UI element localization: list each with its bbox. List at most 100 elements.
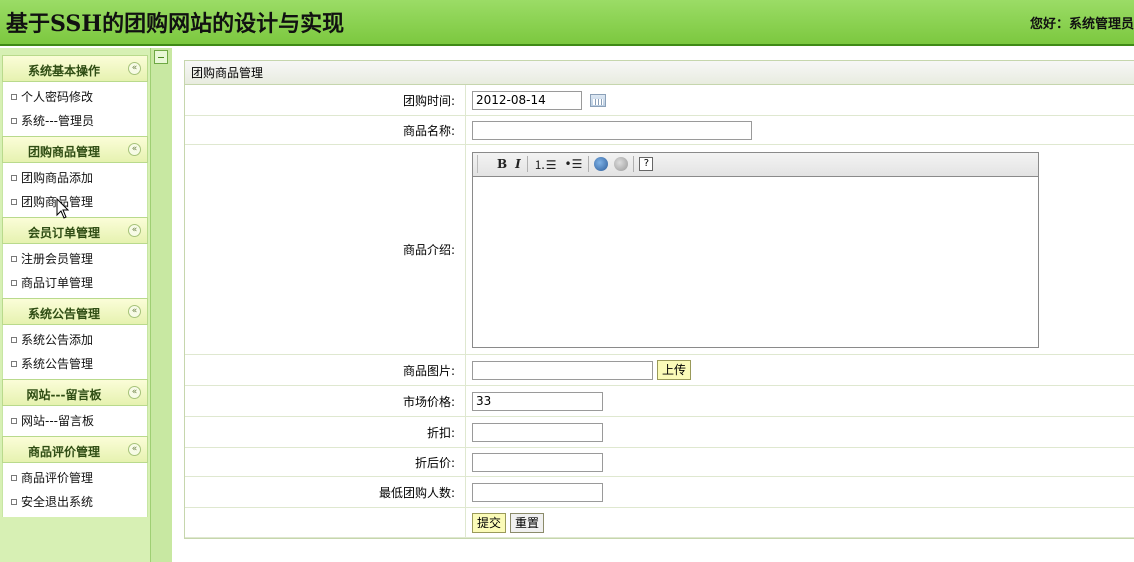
discounted-price-label: 折后价: [185, 448, 466, 476]
remove-link-icon[interactable] [614, 157, 629, 171]
sidebar-group-label: 系统基本操作 [27, 64, 100, 78]
form-row-date: 团购时间: [185, 85, 1134, 116]
sidebar-item-label: 个人密码修改 [21, 90, 94, 104]
form-row-min-buyers: 最低团购人数: [185, 477, 1134, 508]
rich-text-editor: B I ⒈☰ •☰ ? [472, 151, 1039, 348]
sidebar-group-title[interactable]: 商品评价管理 « [2, 436, 148, 463]
insert-link-icon[interactable] [594, 157, 609, 171]
sidebar-item-manage-product[interactable]: 团购商品管理 [3, 191, 147, 215]
bullet-icon [11, 118, 17, 124]
sidebar-item-label: 系统公告添加 [21, 333, 94, 347]
sidebar-group-items: 网站---留言板 [2, 406, 148, 436]
sidebar-group-items: 商品评价管理 安全退出系统 [2, 463, 148, 517]
image-label: 商品图片: [185, 355, 466, 385]
date-label: 团购时间: [185, 85, 466, 115]
actions-spacer [185, 508, 466, 537]
sidebar-item-label: 商品订单管理 [21, 276, 94, 290]
sidebar-item-guestbook[interactable]: 网站---留言板 [3, 410, 147, 434]
sidebar-group-label: 会员订单管理 [27, 226, 100, 240]
product-name-input[interactable] [472, 120, 752, 140]
sidebar-group-label: 系统公告管理 [27, 307, 100, 321]
toolbar-separator [588, 156, 590, 172]
ordered-list-icon[interactable]: ⒈☰ [534, 156, 557, 173]
bullet-icon [11, 418, 17, 424]
sidebar-group-items: 团购商品添加 团购商品管理 [2, 163, 148, 217]
market-price-input[interactable] [472, 391, 603, 411]
sidebar-item-label: 团购商品添加 [21, 171, 94, 185]
sidebar-group-title[interactable]: 团购商品管理 « [2, 136, 148, 163]
name-label: 商品名称: [185, 116, 466, 144]
sidebar-item-password[interactable]: 个人密码修改 [3, 86, 147, 110]
bullet-icon [11, 499, 17, 505]
sidebar-item-label: 商品评价管理 [21, 471, 94, 485]
image-path-input[interactable] [472, 360, 653, 380]
reset-button[interactable]: 重置 [510, 512, 545, 533]
form-row-actions: 提交 重置 [185, 508, 1134, 538]
collapse-chevron-icon[interactable]: « [128, 386, 141, 399]
unordered-list-icon[interactable]: •☰ [565, 157, 583, 171]
bold-button[interactable]: B [497, 157, 507, 171]
app-header: 基于SSH的团购网站的设计与实现 您好：系统管理员 [0, 0, 1134, 46]
min-buyers-input[interactable] [472, 482, 603, 502]
sidebar-group-title[interactable]: 系统基本操作 « [2, 55, 148, 82]
editor-toolbar: B I ⒈☰ •☰ ? [472, 151, 1039, 177]
form-row-name: 商品名称: [185, 116, 1134, 145]
sidebar-item-reviews[interactable]: 商品评价管理 [3, 467, 147, 491]
price-label: 市场价格: [185, 386, 466, 416]
sidebar-item-members[interactable]: 注册会员管理 [3, 248, 147, 272]
sidebar-item-logout[interactable]: 安全退出系统 [3, 491, 147, 515]
bullet-icon [11, 199, 17, 205]
bullet-icon [11, 280, 17, 286]
sidebar-group-label: 网站---留言板 [26, 388, 102, 402]
sidebar-item-label: 系统---管理员 [21, 114, 94, 128]
sidebar-item-manage-notice[interactable]: 系统公告管理 [3, 353, 147, 377]
sidebar-splitter[interactable] [150, 48, 172, 562]
discounted-price-input[interactable] [472, 452, 603, 472]
bullet-icon [11, 94, 17, 100]
bullet-icon [11, 256, 17, 262]
collapse-chevron-icon[interactable]: « [128, 443, 141, 456]
submit-button[interactable]: 提交 [472, 512, 507, 533]
form-row-discount: 折扣: [185, 417, 1134, 448]
collapse-chevron-icon[interactable]: « [128, 143, 141, 156]
sidebar-item-admin[interactable]: 系统---管理员 [3, 110, 147, 134]
editor-content-area[interactable] [472, 176, 1039, 348]
form-row-description: 商品介绍: B I ⒈☰ •☰ ? [185, 145, 1134, 355]
min-buyers-label: 最低团购人数: [185, 477, 466, 507]
sidebar-group-items: 系统公告添加 系统公告管理 [2, 325, 148, 379]
discount-input[interactable] [472, 422, 603, 442]
form-row-image: 商品图片: 上传 [185, 355, 1134, 386]
toolbar-separator [526, 156, 528, 172]
collapse-chevron-icon[interactable]: « [128, 62, 141, 75]
italic-button[interactable]: I [515, 157, 521, 171]
sidebar-item-orders[interactable]: 商品订单管理 [3, 272, 147, 296]
help-icon[interactable]: ? [639, 157, 654, 171]
discount-label: 折扣: [185, 417, 466, 447]
product-form-panel: 团购商品管理 团购时间: 商品名称: 商品介绍: B I ⒈☰ •☰ [184, 60, 1134, 539]
collapse-chevron-icon[interactable]: « [128, 224, 141, 237]
form-row-discounted-price: 折后价: [185, 448, 1134, 477]
sidebar-item-add-notice[interactable]: 系统公告添加 [3, 329, 147, 353]
sidebar-item-label: 网站---留言板 [21, 414, 94, 428]
upload-button[interactable]: 上传 [657, 360, 692, 380]
sidebar: 系统基本操作 « 个人密码修改 系统---管理员 团购商品管理 « 团购商品添加… [0, 55, 150, 517]
form-row-price: 市场价格: [185, 386, 1134, 417]
collapse-sidebar-button[interactable] [154, 50, 168, 64]
sidebar-group-title[interactable]: 会员订单管理 « [2, 217, 148, 244]
sidebar-group-items: 个人密码修改 系统---管理员 [2, 82, 148, 136]
bullet-icon [11, 337, 17, 343]
mouse-cursor-icon [56, 198, 70, 219]
sidebar-group-title[interactable]: 网站---留言板 « [2, 379, 148, 406]
toolbar-grip [477, 155, 483, 173]
collapse-chevron-icon[interactable]: « [128, 305, 141, 318]
sidebar-group-label: 团购商品管理 [27, 145, 100, 159]
bullet-icon [11, 361, 17, 367]
bullet-icon [11, 475, 17, 481]
sidebar-item-add-product[interactable]: 团购商品添加 [3, 167, 147, 191]
sidebar-group-title[interactable]: 系统公告管理 « [2, 298, 148, 325]
bullet-icon [11, 175, 17, 181]
calendar-icon[interactable] [590, 93, 606, 107]
sidebar-item-label: 安全退出系统 [21, 495, 94, 509]
description-label: 商品介绍: [185, 145, 466, 354]
date-input[interactable] [472, 90, 582, 110]
